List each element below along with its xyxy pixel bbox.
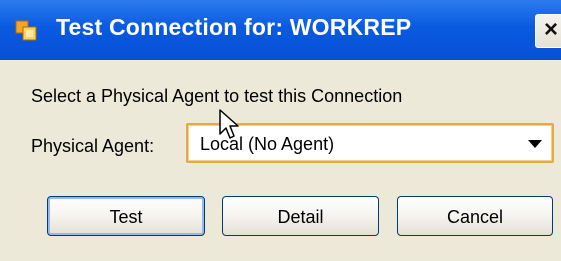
chevron-down-icon[interactable] <box>528 140 542 148</box>
close-button[interactable]: × <box>535 14 561 48</box>
mouse-pointer-icon <box>219 109 239 139</box>
test-button[interactable]: Test <box>47 196 205 236</box>
window-title: Test Connection for: WORKREP <box>56 14 412 40</box>
connection-icon <box>15 20 37 41</box>
physical-agent-label: Physical Agent: <box>31 136 155 156</box>
title-bar[interactable]: Test Connection for: WORKREP × <box>0 0 561 60</box>
close-icon: × <box>544 16 559 43</box>
test-connection-dialog: Test Connection for: WORKREP × Select a … <box>0 0 561 261</box>
instruction-text: Select a Physical Agent to test this Con… <box>31 86 403 106</box>
detail-button[interactable]: Detail <box>222 196 379 236</box>
dialog-body: Select a Physical Agent to test this Con… <box>0 60 561 261</box>
cancel-button[interactable]: Cancel <box>397 196 553 236</box>
